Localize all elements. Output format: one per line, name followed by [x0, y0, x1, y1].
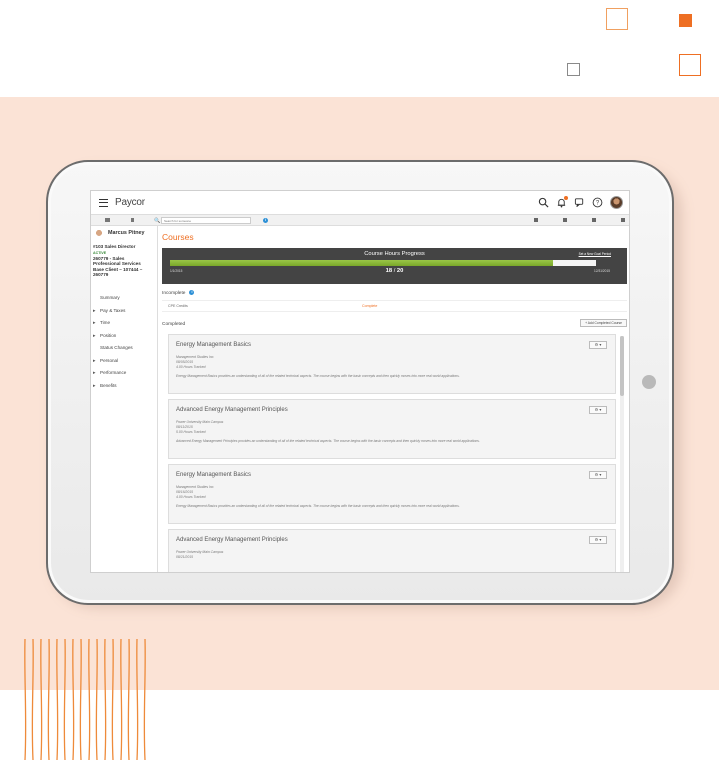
app-logo[interactable]: Paycor: [115, 197, 145, 208]
app-screen: Paycor ? 🔍 i Marcus Pitney #103 Sales Di…: [90, 190, 630, 573]
sidebar-nav: Summary Pay & Taxes Time Position Status…: [91, 292, 157, 392]
org-line: 260779: [93, 271, 109, 277]
course-settings-button[interactable]: ⚙ ▾: [589, 341, 607, 349]
employee-name: Marcus Pitney: [108, 230, 145, 236]
progress-bar-fill: [170, 260, 554, 266]
course-provider: Power University Main Campus: [176, 550, 224, 554]
course-title: Energy Management Basics: [176, 472, 252, 478]
sidebar-item-position[interactable]: Position: [91, 330, 157, 343]
incomplete-heading: Incomplete i: [162, 290, 195, 296]
employee-sidebar: Marcus Pitney #103 Sales Director ACTIVE…: [91, 226, 158, 572]
incomplete-row: CPE Credits Complete: [162, 300, 627, 312]
employee-photo: [94, 229, 104, 242]
course-settings-button[interactable]: ⚙ ▾: [589, 536, 607, 544]
employee-title: #103 Sales Director: [93, 244, 136, 249]
user-avatar[interactable]: [610, 196, 623, 209]
decorative-square-gray: [567, 63, 580, 76]
course-description: Energy Management Basics provides an und…: [176, 504, 460, 508]
search-input[interactable]: [162, 218, 250, 224]
sidebar-item-personal[interactable]: Personal: [91, 355, 157, 368]
employee-status-badge: ACTIVE: [93, 251, 107, 255]
record-nav: [534, 218, 625, 222]
progress-count: 18 / 20: [385, 268, 404, 274]
page-title: Courses: [162, 232, 194, 242]
info-icon[interactable]: i: [189, 290, 195, 295]
employee-search: 🔍: [154, 217, 251, 224]
decorative-square-filled: [679, 14, 692, 27]
course-title: Advanced Energy Management Principles: [176, 407, 288, 413]
last-record-icon[interactable]: [621, 218, 625, 222]
course-provider: Power University Main Campus: [176, 420, 224, 424]
course-hours: 5.00 Hours Tracked: [176, 430, 206, 434]
progress-title: Course Hours Progress: [364, 251, 425, 257]
decorative-square-outline: [606, 8, 628, 30]
set-goal-link[interactable]: Set a New Goal Period: [579, 252, 611, 256]
incomplete-credit-type: CPE Credits: [168, 304, 188, 308]
sidebar-item-benefits[interactable]: Benefits: [91, 380, 157, 393]
top-icons: ?: [538, 196, 623, 209]
employee-org: 260779 - Sales Professional Services Bas…: [93, 256, 157, 277]
svg-text:?: ?: [596, 201, 600, 207]
sub-bar: 🔍 i: [91, 215, 629, 226]
chat-icon[interactable]: [574, 197, 585, 208]
first-record-icon[interactable]: [534, 218, 538, 222]
course-description: Energy Management Basics provides an und…: [176, 374, 460, 378]
scrollbar-thumb[interactable]: [620, 336, 624, 396]
person-icon[interactable]: [131, 218, 134, 222]
course-title: Energy Management Basics: [176, 342, 252, 348]
sidebar-item-status-changes[interactable]: Status Changes: [91, 342, 157, 355]
course-hours-progress: Course Hours Progress Set a New Goal Per…: [162, 248, 627, 284]
sidebar-item-pay-taxes[interactable]: Pay & Taxes: [91, 305, 157, 318]
info-icon[interactable]: i: [263, 218, 268, 223]
course-card: Energy Management Basics Management Stud…: [168, 334, 616, 394]
course-date: 08/16/2015: [176, 490, 193, 494]
period-end-date: 12/31/2015: [594, 269, 610, 273]
completed-course-list: Energy Management Basics Management Stud…: [168, 334, 616, 572]
decorative-square-orange-outline: [679, 54, 701, 76]
course-list-scrollbar[interactable]: [620, 336, 624, 572]
notifications-icon[interactable]: [556, 196, 568, 208]
hours-goal: 20: [396, 268, 404, 274]
course-title: Advanced Energy Management Principles: [176, 537, 288, 543]
course-hours: 4.00 Hours Tracked: [176, 495, 206, 499]
top-bar: Paycor ?: [91, 191, 629, 215]
sidebar-item-time[interactable]: Time: [91, 317, 157, 330]
course-settings-button[interactable]: ⚙ ▾: [589, 471, 607, 479]
tablet-home-button: [642, 375, 656, 389]
course-card: Advanced Energy Management Principles Po…: [168, 529, 616, 572]
completed-heading: Completed: [162, 322, 186, 327]
grid-view-icon[interactable]: [105, 218, 110, 222]
progress-bar: [170, 260, 596, 266]
add-completed-course-button[interactable]: + Add Completed Course: [580, 319, 627, 327]
menu-icon[interactable]: [99, 199, 108, 207]
help-icon[interactable]: ?: [592, 197, 603, 208]
incomplete-status[interactable]: Complete: [362, 304, 377, 308]
course-description: Advanced Energy Management Principles pr…: [176, 439, 480, 443]
search-icon[interactable]: [538, 197, 549, 208]
main-content: Courses Course Hours Progress Set a New …: [158, 226, 629, 572]
course-date: 08/11/2015: [176, 425, 193, 429]
course-date: 08/21/2015: [176, 555, 193, 559]
course-card: Advanced Energy Management Principles Po…: [168, 399, 616, 459]
next-record-icon[interactable]: [592, 218, 596, 222]
course-card: Energy Management Basics Management Stud…: [168, 464, 616, 524]
sidebar-item-summary[interactable]: Summary: [91, 292, 157, 305]
sidebar-item-performance[interactable]: Performance: [91, 367, 157, 380]
prev-record-icon[interactable]: [563, 218, 567, 222]
decorative-stripes: [24, 638, 146, 761]
hours-completed: 18: [385, 268, 393, 274]
course-provider: Management Studies Inc.: [176, 355, 215, 359]
course-date: 08/05/2015: [176, 360, 193, 364]
course-hours: 4.00 Hours Tracked: [176, 365, 206, 369]
course-provider: Management Studies Inc.: [176, 485, 215, 489]
search-small-icon: 🔍: [154, 218, 161, 224]
course-settings-button[interactable]: ⚙ ▾: [589, 406, 607, 414]
